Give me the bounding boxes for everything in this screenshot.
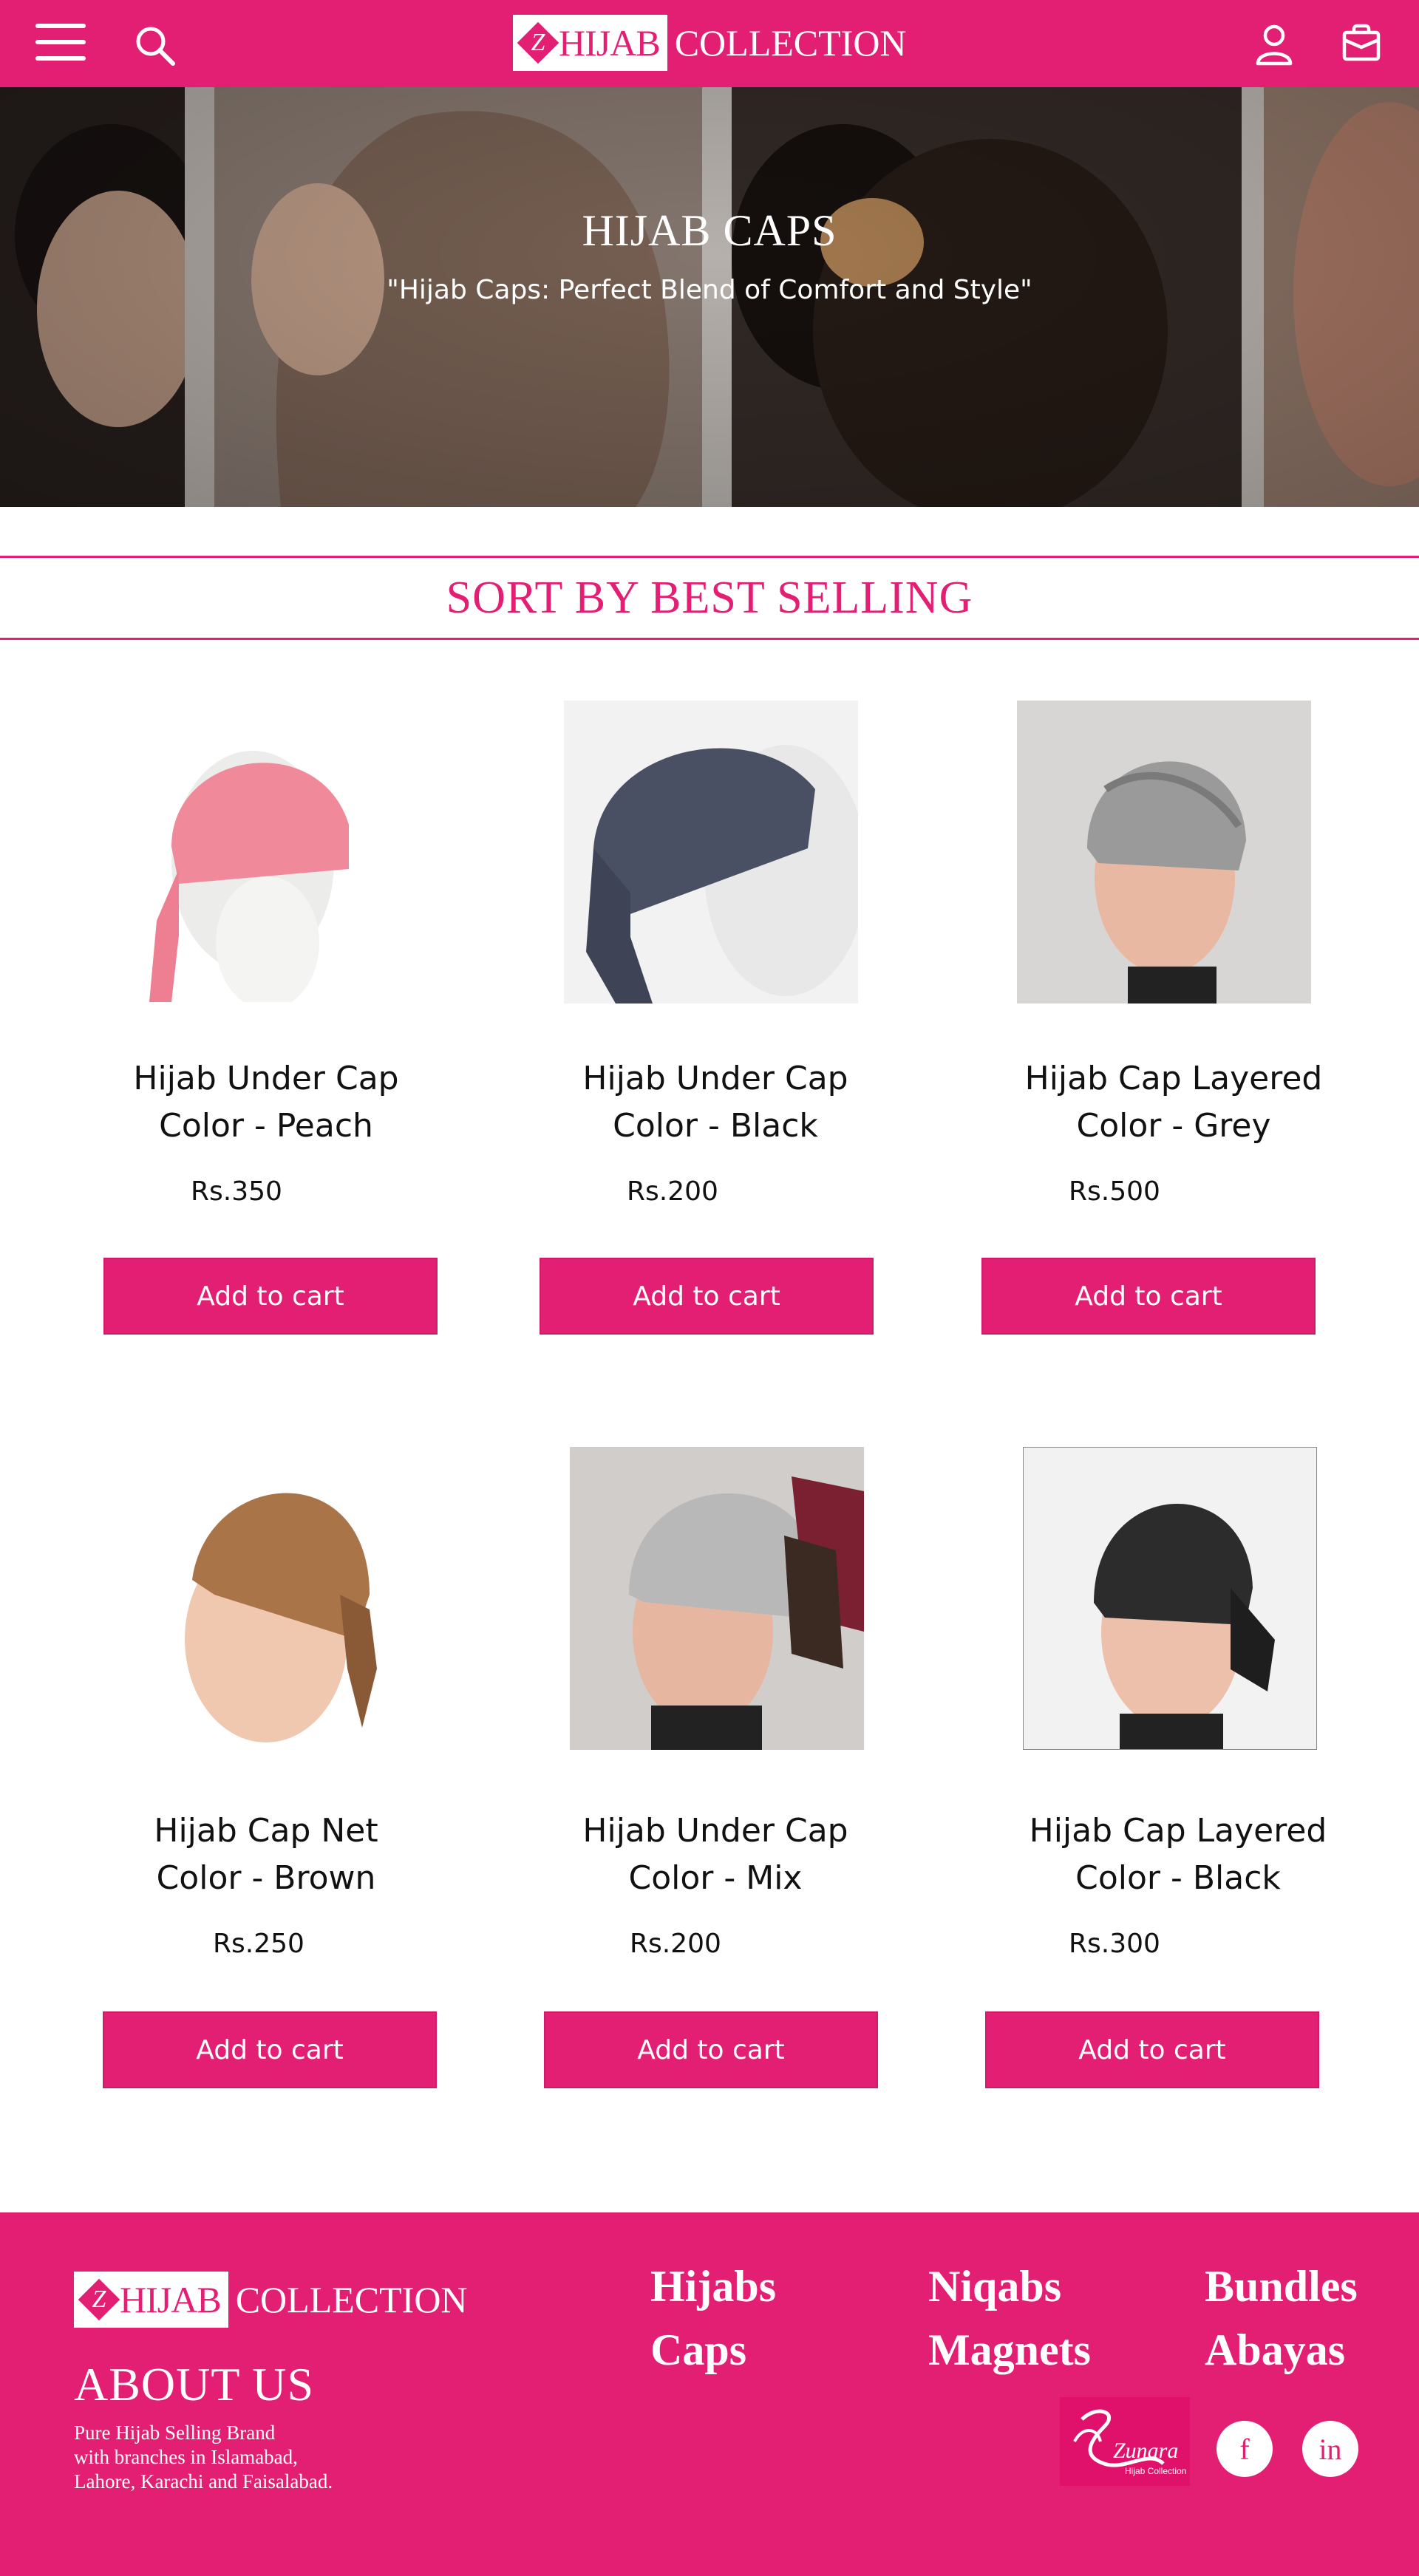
site-footer: Z HIJAB COLLECTION ABOUT US Pure Hijab S…: [0, 2212, 1419, 2576]
shopping-bag-icon[interactable]: [1341, 22, 1382, 64]
hero-subtitle: "Hijab Caps: Perfect Blend of Comfort an…: [387, 275, 1032, 305]
product-image-black-cap[interactable]: [564, 701, 858, 1004]
footer-link-magnets[interactable]: Magnets: [928, 2325, 1091, 2376]
facebook-icon[interactable]: f: [1216, 2421, 1273, 2477]
product-name[interactable]: Hijab Under Cap Color - Peach: [96, 1055, 436, 1150]
logo-word-hijab: HIJAB: [120, 2279, 222, 2320]
product-name[interactable]: Hijab Under Cap Color - Black: [545, 1055, 885, 1150]
logo-badge: Z HIJAB: [513, 15, 667, 71]
product-name[interactable]: Hijab Under Cap Color - Mix: [545, 1807, 885, 1902]
footer-link-niqabs[interactable]: Niqabs: [928, 2261, 1061, 2312]
add-to-cart-button[interactable]: Add to cart: [981, 1258, 1316, 1335]
product-name-line1[interactable]: Hijab Cap Layered: [1004, 1055, 1344, 1103]
logo-mark: Z: [78, 2279, 120, 2320]
product-name-line2[interactable]: Color - Mix: [545, 1855, 885, 1902]
hero-banner: HIJAB CAPS "Hijab Caps: Perfect Blend of…: [0, 87, 1419, 507]
product-name-line1[interactable]: Hijab Under Cap: [545, 1055, 885, 1103]
product-name[interactable]: Hijab Cap Layered Color - Grey: [1004, 1055, 1344, 1150]
add-to-cart-button[interactable]: Add to cart: [985, 2011, 1319, 2088]
site-header: Z HIJAB COLLECTION: [0, 0, 1419, 87]
about-line: with branches in Islamabad,: [74, 2446, 298, 2468]
product-image-black-layered-cap[interactable]: [1023, 1447, 1317, 1750]
product-price: Rs.300: [1069, 1929, 1160, 1959]
linkedin-icon[interactable]: in: [1302, 2421, 1358, 2477]
logo-mark: Z: [517, 22, 559, 64]
product-name-line2[interactable]: Color - Black: [545, 1103, 885, 1150]
sort-label[interactable]: SORT BY BEST SELLING: [0, 558, 1419, 638]
about-line: Lahore, Karachi and Faisalabad.: [74, 2470, 333, 2492]
footer-link-bundles[interactable]: Bundles: [1205, 2261, 1358, 2312]
sort-bar[interactable]: SORT BY BEST SELLING: [0, 556, 1419, 640]
footer-logo[interactable]: Z HIJAB COLLECTION: [74, 2272, 468, 2328]
about-us-title: ABOUT US: [74, 2358, 315, 2410]
logo-word-collection: COLLECTION: [674, 22, 907, 64]
add-to-cart-button[interactable]: Add to cart: [103, 2011, 437, 2088]
site-logo[interactable]: Z HIJAB COLLECTION: [513, 15, 907, 71]
product-name[interactable]: Hijab Cap Net Color - Brown: [96, 1807, 436, 1902]
product-name-line1[interactable]: Hijab Cap Layered: [1008, 1807, 1348, 1855]
product-name-line1[interactable]: Hijab Cap Net: [96, 1807, 436, 1855]
about-us-text: Pure Hijab Selling Brand with branches i…: [74, 2421, 384, 2494]
add-to-cart-button[interactable]: Add to cart: [103, 1258, 438, 1335]
product-price: Rs.200: [627, 1176, 718, 1207]
footer-link-abayas[interactable]: Abayas: [1205, 2325, 1345, 2376]
product-price: Rs.500: [1069, 1176, 1160, 1207]
logo-word-hijab: HIJAB: [559, 22, 661, 64]
product-name[interactable]: Hijab Cap Layered Color - Black: [1008, 1807, 1348, 1902]
footer-link-caps[interactable]: Caps: [650, 2325, 746, 2376]
search-icon[interactable]: [132, 22, 179, 69]
product-price: Rs.250: [213, 1929, 304, 1959]
footer-link-hijabs[interactable]: Hijabs: [650, 2261, 776, 2312]
product-name-line1[interactable]: Hijab Under Cap: [96, 1055, 436, 1103]
product-name-line1[interactable]: Hijab Under Cap: [545, 1807, 885, 1855]
zunara-tagline: Hijab Collection: [1125, 2466, 1186, 2476]
add-to-cart-button[interactable]: Add to cart: [544, 2011, 878, 2088]
about-line: Pure Hijab Selling Brand: [74, 2422, 276, 2444]
product-price: Rs.200: [630, 1929, 721, 1959]
product-image-mix-cap[interactable]: [570, 1447, 864, 1750]
product-image-peach-cap[interactable]: [98, 699, 392, 1002]
zunara-wordmark: Zunara: [1113, 2439, 1178, 2463]
hero-title: HIJAB CAPS: [582, 206, 837, 255]
zunara-logo[interactable]: Zunara Hijab Collection: [1060, 2397, 1190, 2486]
product-name-line2[interactable]: Color - Black: [1008, 1855, 1348, 1902]
product-name-line2[interactable]: Color - Brown: [96, 1855, 436, 1902]
product-price: Rs.350: [191, 1176, 282, 1207]
product-name-line2[interactable]: Color - Grey: [1004, 1103, 1344, 1150]
product-image-brown-net-cap[interactable]: [126, 1447, 420, 1750]
menu-icon[interactable]: [35, 24, 86, 62]
product-name-line2[interactable]: Color - Peach: [96, 1103, 436, 1150]
logo-word-collection: COLLECTION: [235, 2279, 468, 2320]
logo-badge: Z HIJAB: [74, 2272, 228, 2328]
product-image-grey-layered-cap[interactable]: [1017, 701, 1311, 1004]
user-icon[interactable]: [1253, 22, 1295, 67]
add-to-cart-button[interactable]: Add to cart: [540, 1258, 874, 1335]
